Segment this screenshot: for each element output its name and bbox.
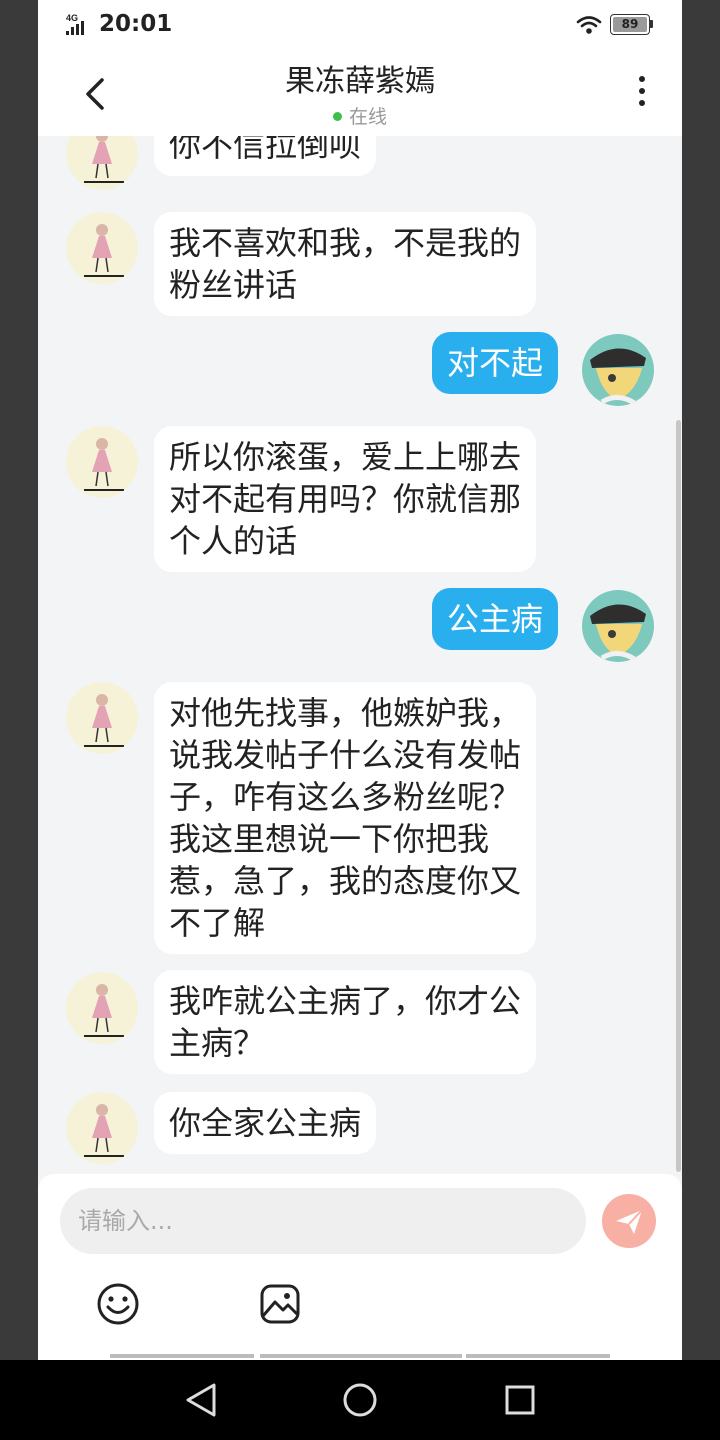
contact-avatar[interactable] — [66, 682, 138, 754]
online-dot-icon — [332, 112, 342, 121]
message-bubble-incoming: 你全家公主病 — [154, 1092, 377, 1154]
message-list[interactable]: 你不信拉倒呗 我不喜欢和我，不是我的 粉丝讲话 对不起 所以你滚蛋，爱上上哪去 … — [38, 136, 682, 1174]
message-bubble-outgoing: 公主病 — [432, 588, 559, 650]
image-icon[interactable] — [258, 1282, 302, 1326]
battery-level: 89 — [621, 17, 639, 31]
contact-avatar[interactable] — [66, 212, 138, 284]
online-status: 在线 — [38, 102, 682, 129]
chat-header: 果冻薛紫嫣 在线 — [38, 50, 682, 136]
contact-avatar[interactable] — [66, 972, 138, 1044]
nav-back-icon[interactable] — [184, 1382, 218, 1418]
my-avatar[interactable] — [582, 334, 654, 406]
network-type: 4G — [66, 13, 78, 23]
contact-avatar[interactable] — [66, 136, 138, 190]
message-bubble-incoming: 我不喜欢和我，不是我的 粉丝讲话 — [154, 212, 537, 316]
online-status-label: 在线 — [348, 106, 387, 128]
contact-avatar[interactable] — [66, 1092, 138, 1164]
nav-home-icon[interactable] — [342, 1382, 378, 1418]
status-bar: 4G 20:01 89 — [38, 0, 682, 50]
send-button[interactable] — [602, 1194, 656, 1248]
composer-bar — [38, 1174, 682, 1360]
cellular-signal-icon: 4G — [66, 13, 84, 35]
contact-name: 果冻薛紫嫣 — [285, 64, 435, 99]
chat-scrollbar[interactable] — [676, 420, 681, 1172]
more-menu-icon[interactable] — [634, 76, 650, 112]
chat-screen: 4G 20:01 89 果冻薛紫嫣 在线 你不信拉倒呗 我不喜欢和我，不是我的 … — [38, 0, 682, 1360]
message-bubble-incoming: 我咋就公主病了，你才公 主病？ — [154, 970, 537, 1074]
message-bubble-incoming: 对他先找事，他嫉妒我， 说我发帖子什么没有发帖 子，咋有这么多粉丝呢？ 我这里想… — [154, 682, 537, 954]
my-avatar[interactable] — [582, 590, 654, 662]
status-time: 20:01 — [99, 11, 173, 37]
emoji-icon[interactable] — [96, 1282, 140, 1326]
wifi-icon — [576, 16, 602, 34]
paper-plane-icon — [616, 1209, 643, 1234]
nav-recents-icon[interactable] — [504, 1384, 536, 1416]
battery-icon: 89 — [610, 14, 654, 35]
contact-avatar[interactable] — [66, 426, 138, 498]
message-bubble-incoming: 所以你滚蛋，爱上上哪去 对不起有用吗？你就信那 个人的话 — [154, 426, 537, 572]
system-nav-bar — [0, 1360, 720, 1440]
message-bubble-outgoing: 对不起 — [432, 332, 559, 394]
message-bubble-incoming: 你不信拉倒呗 — [154, 136, 377, 176]
message-input[interactable] — [60, 1188, 586, 1254]
